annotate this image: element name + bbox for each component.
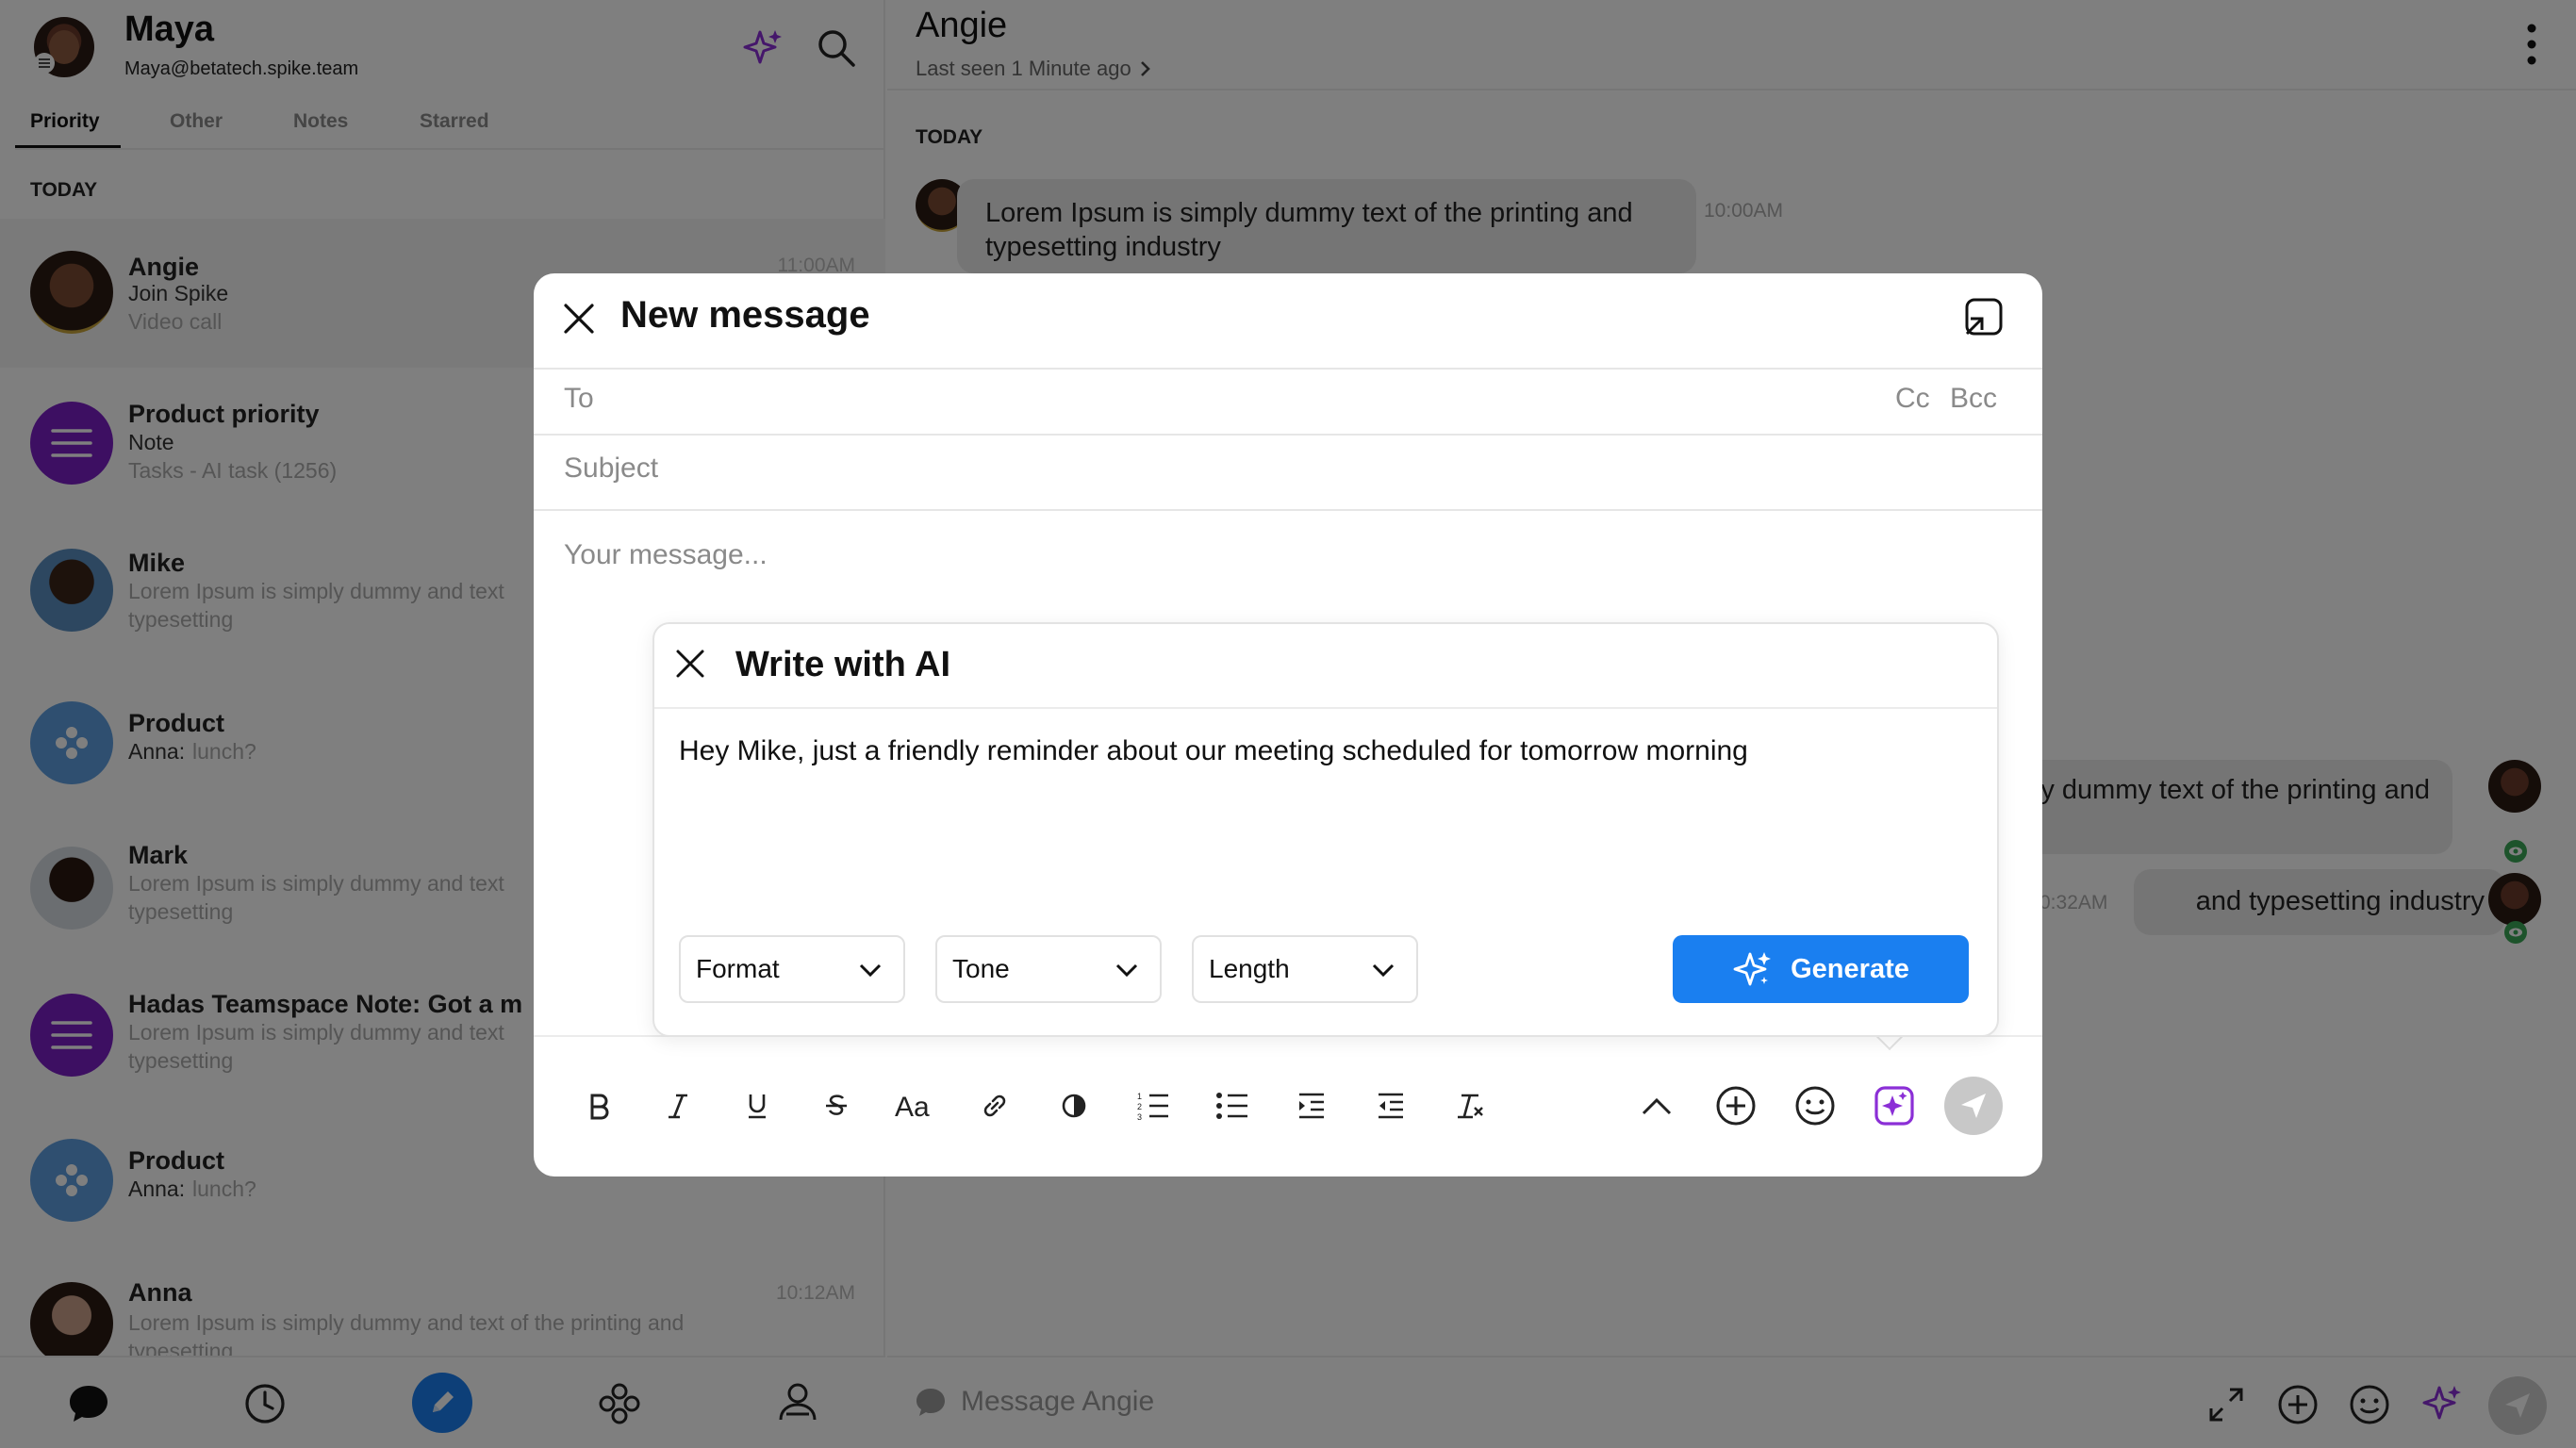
bullet-list-icon[interactable]	[1209, 1082, 1256, 1129]
svg-text:3: 3	[1137, 1112, 1142, 1121]
ai-title: Write with AI	[735, 645, 950, 684]
ai-divider	[654, 707, 1997, 709]
ai-prompt-input[interactable]: Hey Mike, just a friendly reminder about…	[679, 735, 1748, 767]
strikethrough-icon[interactable]	[813, 1082, 860, 1129]
font-size-icon[interactable]: Aa	[892, 1082, 939, 1129]
chevron-up-icon[interactable]	[1633, 1082, 1680, 1129]
underline-icon[interactable]	[734, 1082, 781, 1129]
close-icon[interactable]	[560, 300, 598, 337]
chevron-down-icon	[1115, 963, 1138, 978]
emoji-icon[interactable]	[1792, 1082, 1839, 1129]
ai-compose-icon[interactable]	[1871, 1082, 1918, 1129]
cc-button[interactable]: Cc	[1895, 383, 1930, 415]
format-dropdown[interactable]: Format	[679, 935, 905, 1003]
color-contrast-icon[interactable]	[1050, 1082, 1098, 1129]
bold-icon[interactable]	[575, 1082, 622, 1129]
minimize-icon[interactable]	[1961, 296, 2005, 339]
close-ai-icon[interactable]	[673, 647, 707, 681]
subject-field[interactable]: Subject	[564, 452, 658, 485]
bcc-button[interactable]: Bcc	[1950, 383, 1997, 415]
send-icon	[1961, 1094, 1986, 1118]
write-with-ai-popup: Write with AI Hey Mike, just a friendly …	[652, 622, 1999, 1037]
generate-button-label: Generate	[1791, 953, 1909, 984]
length-dropdown-label: Length	[1209, 954, 1290, 983]
dialog-title: New message	[620, 294, 870, 336]
tone-dropdown[interactable]: Tone	[935, 935, 1162, 1003]
to-field[interactable]: To	[564, 383, 594, 415]
send-button[interactable]	[1944, 1077, 2003, 1135]
numbered-list-icon[interactable]: 123	[1130, 1082, 1177, 1129]
tone-dropdown-label: Tone	[952, 954, 1010, 983]
message-body-field[interactable]: Your message...	[564, 539, 768, 571]
indent-icon[interactable]	[1288, 1082, 1335, 1129]
sparkle-icon	[1733, 952, 1772, 986]
chevron-down-icon	[859, 963, 882, 978]
svg-text:1: 1	[1137, 1092, 1142, 1101]
italic-icon[interactable]	[654, 1082, 702, 1129]
link-icon[interactable]	[971, 1082, 1018, 1129]
chevron-down-icon	[1372, 963, 1395, 978]
svg-text:2: 2	[1137, 1102, 1142, 1111]
add-icon[interactable]	[1712, 1082, 1759, 1129]
outdent-icon[interactable]	[1367, 1082, 1414, 1129]
svg-text:Aa: Aa	[895, 1092, 930, 1120]
format-dropdown-label: Format	[696, 954, 780, 983]
clear-format-icon[interactable]	[1446, 1082, 1494, 1129]
generate-button[interactable]: Generate	[1673, 935, 1969, 1003]
length-dropdown[interactable]: Length	[1192, 935, 1418, 1003]
